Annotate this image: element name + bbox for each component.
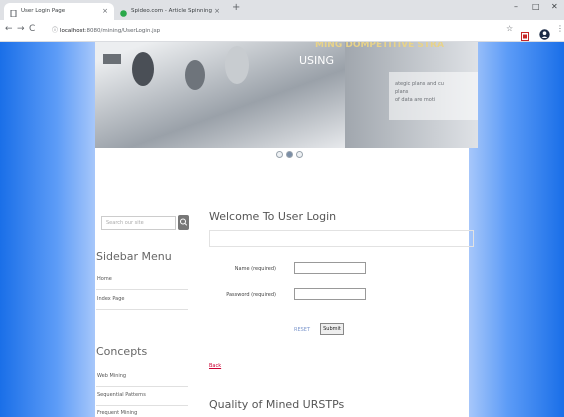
- search-button[interactable]: [178, 215, 189, 230]
- password-label: Password (required): [226, 292, 276, 298]
- back-link[interactable]: Back: [209, 363, 221, 369]
- divider: [96, 405, 188, 406]
- tab-user-login[interactable]: User Login Page ×: [4, 3, 114, 20]
- slide-dot[interactable]: [276, 151, 283, 158]
- concepts-heading: Concepts: [96, 345, 148, 358]
- banner-text-line: ategic plans and cu: [395, 81, 444, 87]
- tab-strip: User Login Page × Spideo.com - Article S…: [0, 0, 564, 20]
- new-tab-button[interactable]: +: [232, 2, 240, 13]
- person-figure: [185, 60, 205, 90]
- banner-heading: MING DOMPETITIVE STRA: [315, 42, 444, 50]
- reload-icon[interactable]: C: [29, 24, 35, 34]
- bookmark-star-icon[interactable]: ☆: [506, 24, 513, 33]
- concept-item-web-mining[interactable]: Web Mining: [97, 373, 126, 379]
- laptop-shape: [103, 54, 121, 64]
- back-arrow-icon[interactable]: ←: [5, 24, 13, 34]
- maximize-button[interactable]: □: [532, 2, 540, 11]
- sidebar-item-home[interactable]: Home: [97, 276, 112, 282]
- page-title: Welcome To User Login: [209, 210, 337, 223]
- banner-text-line: of data are moti: [395, 97, 436, 103]
- concept-item-sequential-patterns[interactable]: Sequential Patterns: [97, 392, 146, 398]
- banner-subheading: USING: [299, 54, 335, 67]
- banner-text-line: plans: [395, 89, 409, 95]
- tab-title: Spideo.com - Article Spinning: [131, 8, 213, 14]
- slide-dot-active[interactable]: [286, 151, 293, 158]
- divider: [96, 309, 188, 310]
- person-figure: [225, 46, 249, 84]
- reset-button[interactable]: RESET: [294, 327, 310, 333]
- divider: [96, 386, 188, 387]
- menu-icon[interactable]: ⋮: [556, 24, 564, 33]
- concept-item-frequent-mining[interactable]: Frequent Mining: [97, 410, 137, 416]
- search-icon: [180, 218, 188, 226]
- url-host: localhost: [59, 28, 85, 34]
- banner-text: ategic plans and cu plans of data are mo…: [395, 80, 444, 104]
- name-input[interactable]: [294, 262, 366, 274]
- person-figure: [132, 52, 154, 86]
- submit-button[interactable]: Submit: [320, 323, 344, 335]
- sidebar-menu-heading: Sidebar Menu: [96, 250, 172, 263]
- header-banner: MING DOMPETITIVE STRA USING ategic plans…: [95, 42, 478, 148]
- address-bar[interactable]: ⓘ localhost:8080/mining/UserLogin.jsp: [52, 23, 492, 39]
- search-input[interactable]: Search our site: [101, 216, 176, 230]
- close-icon[interactable]: ×: [214, 3, 220, 20]
- password-input[interactable]: [294, 288, 366, 300]
- forward-arrow-icon[interactable]: →: [17, 24, 25, 34]
- info-icon: ⓘ: [52, 27, 60, 34]
- divider: [96, 289, 188, 290]
- right-blue-sidebar: [469, 42, 564, 417]
- tab-title: User Login Page: [21, 8, 66, 14]
- url-path: :8080/mining/UserLogin.jsp: [84, 28, 161, 34]
- section-title: Quality of Mined URSTPs: [209, 398, 345, 411]
- close-window-button[interactable]: ✕: [551, 2, 558, 11]
- slide-dot[interactable]: [296, 151, 303, 158]
- slider-pager: [276, 151, 303, 158]
- left-blue-sidebar: [0, 42, 95, 417]
- message-box: [209, 230, 474, 247]
- close-icon[interactable]: ×: [102, 3, 108, 20]
- sidebar-item-index-page[interactable]: Index Page: [97, 296, 124, 302]
- browser-toolbar: ← → C ⓘ localhost:8080/mining/UserLogin.…: [0, 20, 564, 42]
- page-icon: [10, 8, 17, 18]
- spideo-icon: [120, 8, 127, 17]
- tab-spideo[interactable]: Spideo.com - Article Spinning ×: [114, 3, 226, 20]
- minimize-button[interactable]: –: [514, 2, 518, 11]
- name-label: Name (required): [234, 266, 276, 272]
